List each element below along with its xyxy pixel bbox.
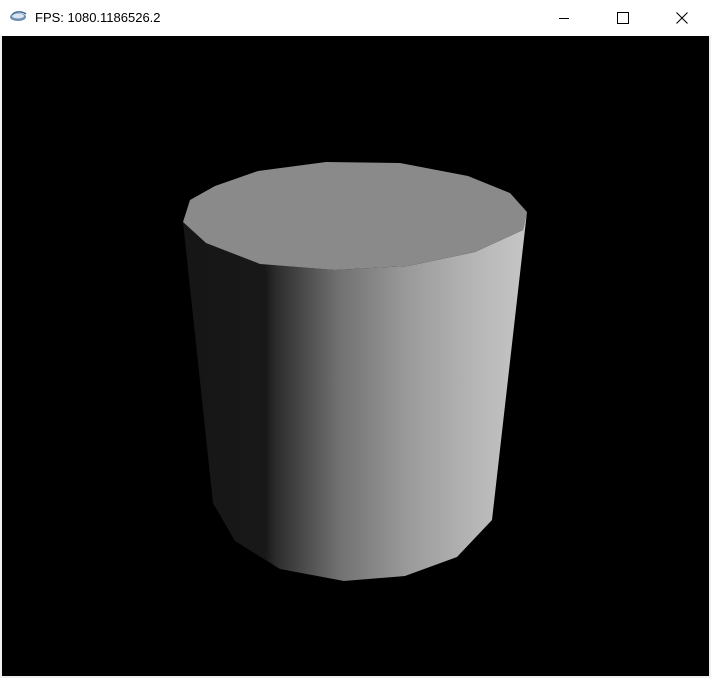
app-window: FPS: 1080.1186526.2 (0, 0, 711, 678)
render-viewport[interactable] (2, 36, 709, 676)
title-bar[interactable]: FPS: 1080.1186526.2 (0, 0, 711, 35)
minimize-icon (558, 12, 570, 24)
java-cup-icon[interactable] (9, 9, 29, 23)
window-title: FPS: 1080.1186526.2 (35, 10, 161, 25)
scene-canvas (183, 162, 527, 581)
minimize-button[interactable] (534, 0, 593, 35)
maximize-icon (616, 11, 629, 24)
close-icon (675, 11, 688, 24)
close-button[interactable] (652, 0, 711, 35)
maximize-button[interactable] (593, 0, 652, 35)
